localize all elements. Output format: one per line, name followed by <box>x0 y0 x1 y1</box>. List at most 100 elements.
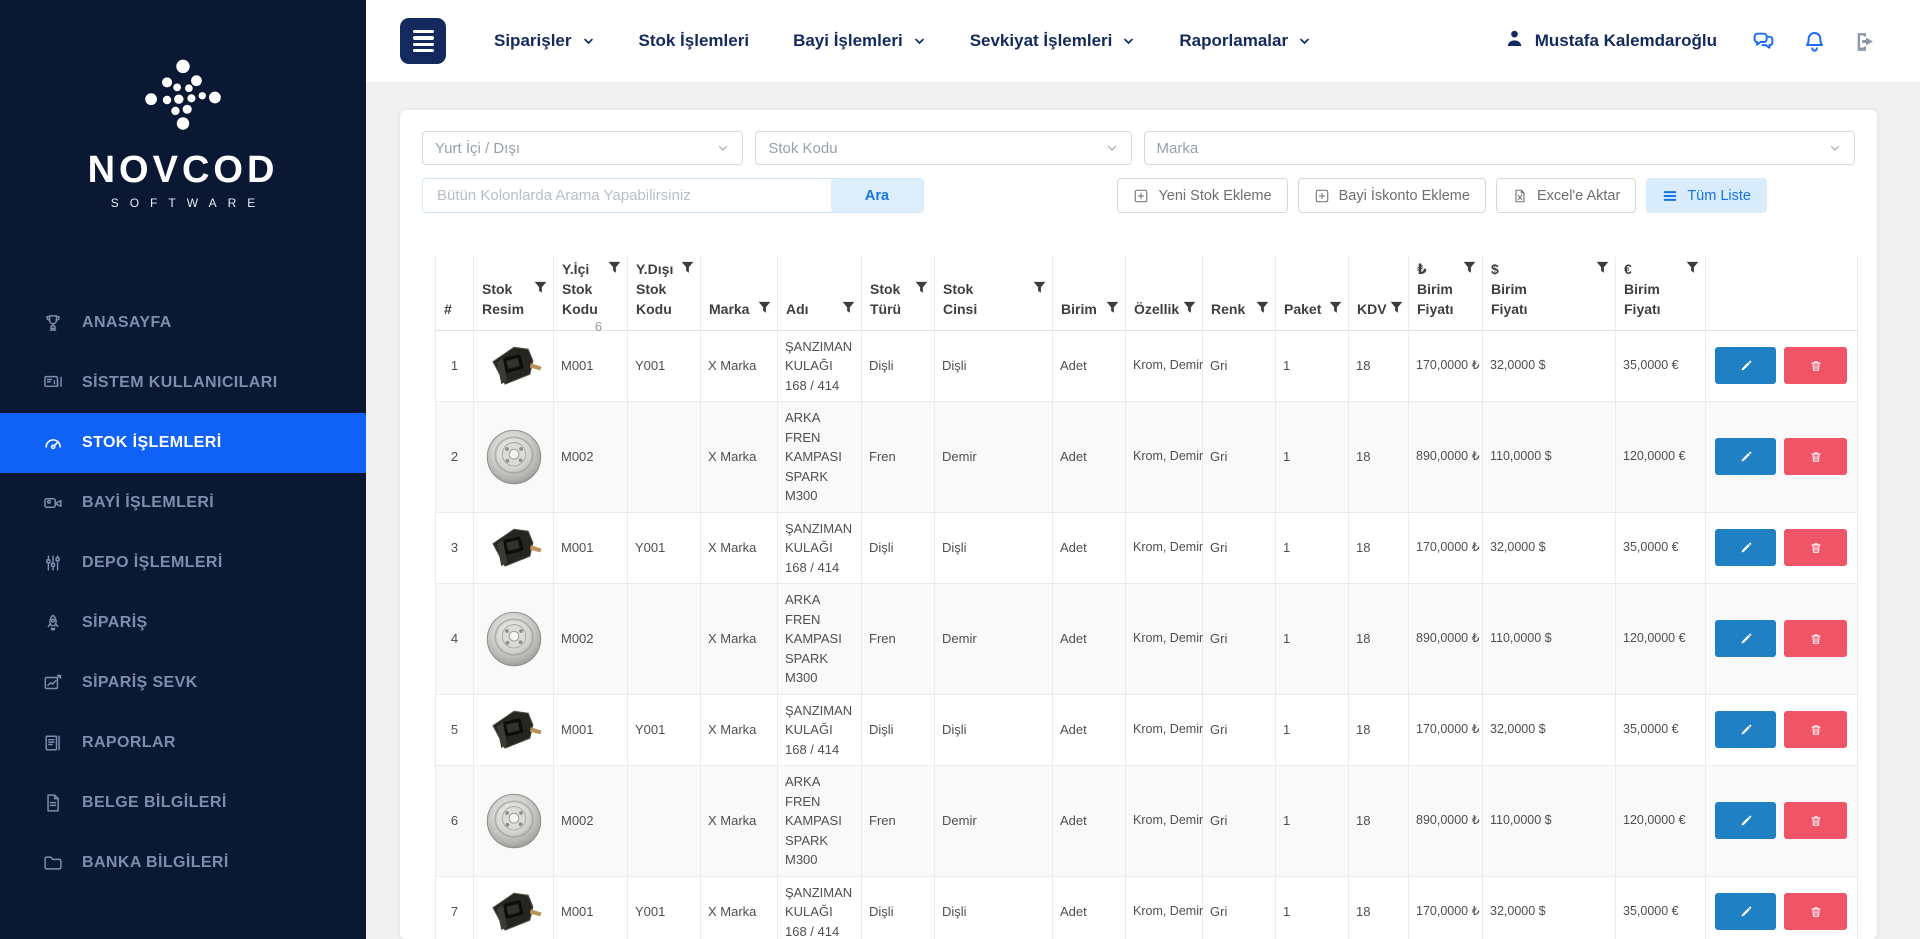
nav-item-stok-islemleri[interactable]: Stok İşlemleri <box>639 31 750 51</box>
sidebar-item-label: STOK İŞLEMLERİ <box>82 434 222 452</box>
funnel-icon[interactable] <box>608 261 621 274</box>
funnel-icon[interactable] <box>842 301 855 314</box>
funnel-icon[interactable] <box>534 281 547 294</box>
cell-price_eur: 120,0000 € <box>1616 766 1706 877</box>
cell-domestic_code: M001 <box>554 694 628 766</box>
cell-domestic_code: M001 <box>554 876 628 939</box>
action-button-yeni-stok-ekleme[interactable]: Yeni Stok Ekleme <box>1117 178 1287 213</box>
sidebar-item-siparis-sevk[interactable]: SİPARİŞ SEVK <box>0 653 366 713</box>
top-nav: Siparişler Stok İşlemleri Bayi İşlemleri Se… <box>494 31 1311 51</box>
action-button-label: Bayi İskonto Ekleme <box>1339 188 1470 204</box>
cell-unit: Adet <box>1053 584 1126 695</box>
table-row: 6M002X MarkaARKA FREN KAMPASI SPARK M300… <box>436 766 1858 877</box>
logout-button[interactable] <box>1853 29 1878 54</box>
notifications-button[interactable] <box>1802 29 1827 54</box>
chevron-down-light-icon <box>716 142 730 154</box>
delete-button[interactable] <box>1784 529 1847 566</box>
cell-package: 1 <box>1276 512 1349 584</box>
trash-icon <box>1809 723 1823 737</box>
edit-button[interactable] <box>1715 347 1776 384</box>
cell-name: ŞANZIMAN KULAĞI 168 / 414 <box>778 512 862 584</box>
search-button[interactable]: Ara <box>831 179 923 212</box>
edit-button[interactable] <box>1715 438 1776 475</box>
funnel-icon[interactable] <box>758 301 771 314</box>
cell-vat: 18 <box>1349 512 1409 584</box>
nav-item-raporlamalar[interactable]: Raporlamalar <box>1179 31 1311 51</box>
edit-button[interactable] <box>1715 529 1776 566</box>
delete-button[interactable] <box>1784 711 1847 748</box>
funnel-icon[interactable] <box>1329 301 1342 314</box>
column-label: Stok Cinsi <box>943 279 977 320</box>
funnel-icon[interactable] <box>915 281 928 294</box>
funnel-icon[interactable] <box>1686 261 1699 274</box>
sidebar-item-raporlar[interactable]: RAPORLAR <box>0 713 366 773</box>
search-input[interactable] <box>423 179 831 212</box>
funnel-icon[interactable] <box>1390 301 1403 314</box>
select-stok-kodu[interactable]: Stok Kodu <box>755 131 1131 165</box>
select-marka[interactable]: Marka <box>1144 131 1855 165</box>
edit-button[interactable] <box>1715 711 1776 748</box>
cell-color: Gri <box>1203 766 1276 877</box>
delete-button[interactable] <box>1784 620 1847 657</box>
action-button-excel-e-aktar[interactable]: Excel'e Aktar <box>1496 178 1636 213</box>
cell-package: 1 <box>1276 584 1349 695</box>
funnel-icon[interactable] <box>1183 301 1196 314</box>
funnel-icon[interactable] <box>1106 301 1119 314</box>
cell-name: ARKA FREN KAMPASI SPARK M300 <box>778 766 862 877</box>
delete-button[interactable] <box>1784 347 1847 384</box>
select-yurt-ici-disi[interactable]: Yurt İçi / Dışı <box>422 131 743 165</box>
product-engine-mount-image <box>483 703 545 756</box>
sidebar-item-sistem-kullanicilari[interactable]: SİSTEM KULLANICILARI <box>0 353 366 413</box>
column-label: Paket <box>1284 299 1321 319</box>
delete-button[interactable] <box>1784 438 1847 475</box>
column-header-name: Adı <box>778 255 862 330</box>
column-label: Adı <box>786 299 809 319</box>
cell-num: 4 <box>436 584 474 695</box>
nav-item-sevkiyat-islemleri[interactable]: Sevkiyat İşlemleri <box>970 31 1136 51</box>
edit-button[interactable] <box>1715 802 1776 839</box>
cell-domestic_code: M002 <box>554 766 628 877</box>
funnel-icon[interactable] <box>1033 281 1046 294</box>
funnel-icon[interactable] <box>681 261 694 274</box>
action-button-tum-liste[interactable]: Tüm Liste <box>1646 178 1767 213</box>
product-engine-mount-image <box>483 521 545 574</box>
column-header-price_try: ₺ Birim Fiyatı <box>1409 255 1483 330</box>
cell-color: Gri <box>1203 402 1276 513</box>
sidebar-item-stok-islemleri[interactable]: STOK İŞLEMLERİ <box>0 413 366 473</box>
cell-vat: 18 <box>1349 330 1409 402</box>
nav-item-label: Sevkiyat İşlemleri <box>970 31 1113 51</box>
cell-unit: Adet <box>1053 330 1126 402</box>
column-header-color: Renk <box>1203 255 1276 330</box>
sidebar-item-anasayfa[interactable]: ANASAYFA <box>0 293 366 353</box>
sidebar-item-depo-islemleri[interactable]: DEPO İŞLEMLERİ <box>0 533 366 593</box>
table-row: 5M001Y001X MarkaŞANZIMAN KULAĞI 168 / 41… <box>436 694 1858 766</box>
sidebar-item-banka-bilgileri[interactable]: BANKA BİLGİLERİ <box>0 833 366 893</box>
nav-item-label: Bayi İşlemleri <box>793 31 903 51</box>
sidebar-item-belge-bilgileri[interactable]: BELGE BİLGİLERİ <box>0 773 366 833</box>
app-root: NOVCOD SOFTWARE ANASAYFASİSTEM KULLANICI… <box>0 0 1920 939</box>
sidebar-menu: ANASAYFASİSTEM KULLANICILARI STOK İŞLEMLE… <box>0 293 366 893</box>
table-header-row: #Stok ResimY.İçi Stok Kodu6Y.Dışı Stok K… <box>436 255 1858 330</box>
cell-feature: Krom, Demir <box>1126 512 1203 584</box>
edit-button[interactable] <box>1715 620 1776 657</box>
user-menu[interactable]: Mustafa Kalemdaroğlu <box>1504 28 1717 54</box>
main-area: Siparişler Stok İşlemleri Bayi İşlemleri Se… <box>366 0 1920 939</box>
action-button-bayi-iskonto-ekleme[interactable]: Bayi İskonto Ekleme <box>1298 178 1486 213</box>
funnel-icon[interactable] <box>1596 261 1609 274</box>
funnel-icon[interactable] <box>1463 261 1476 274</box>
cell-price_eur: 120,0000 € <box>1616 584 1706 695</box>
edit-button[interactable] <box>1715 893 1776 930</box>
sidebar-item-bayi-islemleri[interactable]: BAYİ İŞLEMLERİ <box>0 473 366 533</box>
delete-button[interactable] <box>1784 893 1847 930</box>
sidebar-item-siparis[interactable]: SİPARİŞ <box>0 593 366 653</box>
nav-item-siparisler[interactable]: Siparişler <box>494 31 595 51</box>
cell-domestic_code: M001 <box>554 330 628 402</box>
chat-button[interactable] <box>1751 29 1776 54</box>
cell-foreign_code <box>628 766 701 877</box>
pencil-icon <box>1739 723 1753 737</box>
nav-item-bayi-islemleri[interactable]: Bayi İşlemleri <box>793 31 926 51</box>
funnel-icon[interactable] <box>1256 301 1269 314</box>
column-header-foreign_code: Y.Dışı Stok Kodu <box>628 255 701 330</box>
hamburger-menu-button[interactable] <box>400 18 446 64</box>
delete-button[interactable] <box>1784 802 1847 839</box>
